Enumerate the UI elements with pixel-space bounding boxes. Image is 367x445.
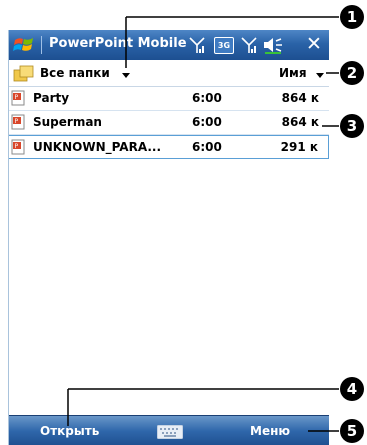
callout-marker: 1	[340, 5, 364, 29]
callout-marker: 5	[340, 419, 364, 443]
callout-marker: 3	[340, 114, 364, 138]
callout-marker: 4	[340, 377, 364, 401]
callout-marker: 2	[340, 61, 364, 85]
callout-lines	[67, 16, 339, 432]
